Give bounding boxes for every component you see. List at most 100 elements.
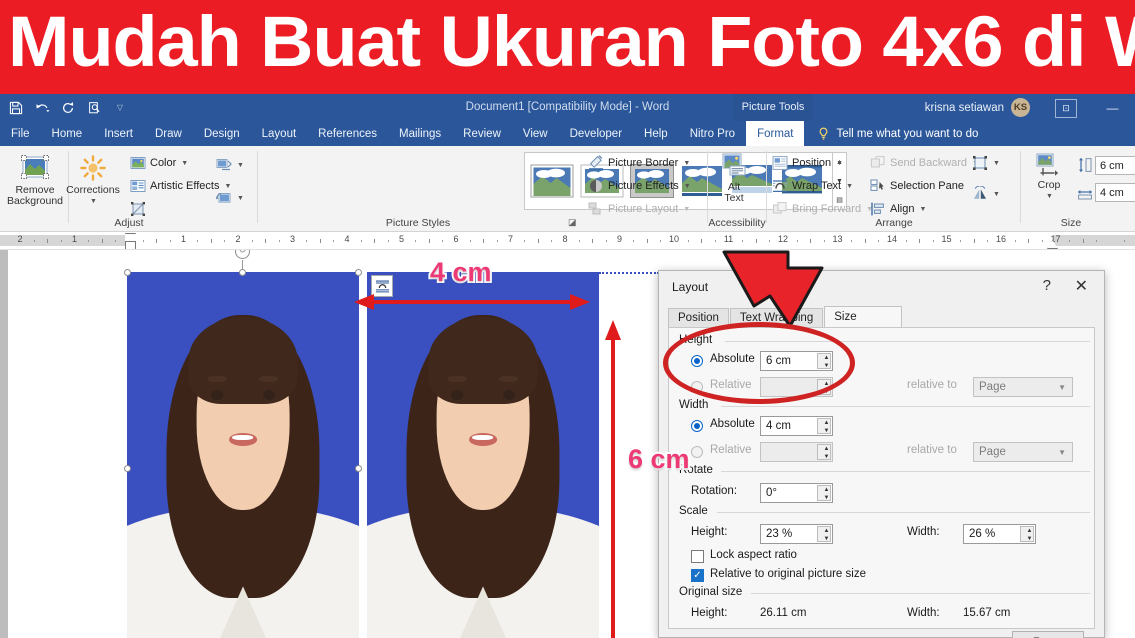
tab-mailings[interactable]: Mailings [388, 121, 452, 146]
left-indent-marker[interactable] [125, 241, 136, 249]
group-objects-dropdown-icon[interactable]: ▼ [993, 160, 1000, 167]
crop-button[interactable]: Crop ▼ [1025, 152, 1073, 202]
relative-original-size-label: Relative to original picture size [710, 568, 866, 580]
width-relative-to-select[interactable]: Page ▼ [973, 442, 1073, 462]
width-absolute-radio[interactable] [691, 420, 703, 432]
ruler-number: 4 [344, 234, 350, 244]
tell-me-box[interactable]: Tell me what you want to do [804, 121, 978, 146]
remove-background-button[interactable]: Remove Background [2, 152, 68, 207]
tab-nitro-pro[interactable]: Nitro Pro [679, 121, 746, 146]
selection-handle-top-right[interactable] [355, 269, 362, 276]
scale-width-spinner[interactable]: ▲ ▼ [1020, 526, 1034, 542]
picture-style-thumb[interactable] [530, 164, 574, 198]
rotate-button[interactable]: ▼ [972, 186, 1000, 202]
scale-height-spinner[interactable]: ▲ ▼ [817, 526, 831, 542]
photo-image-2[interactable] [367, 272, 599, 638]
reset-button[interactable]: Reset [1012, 631, 1084, 638]
wrap-text-button[interactable]: Wrap Text ▼ [772, 178, 853, 194]
picture-border-dropdown-icon[interactable]: ▼ [683, 160, 690, 167]
selection-handle-top-center[interactable] [239, 269, 246, 276]
minimize-button[interactable]: — [1090, 94, 1135, 121]
picture-layout-button[interactable]: Picture Layout ▼ [588, 201, 690, 217]
crop-dropdown-icon[interactable]: ▼ [1046, 191, 1053, 202]
picture-effects-dropdown-icon[interactable]: ▼ [684, 183, 691, 190]
align-button[interactable]: Align ▼ [870, 201, 926, 217]
rotation-spinner[interactable]: ▲ ▼ [817, 485, 831, 501]
account-area[interactable]: krisna setiawan KS [925, 94, 1030, 121]
rotation-field[interactable]: 0° ▲ ▼ [760, 483, 833, 503]
tab-draw[interactable]: Draw [144, 121, 193, 146]
tab-format[interactable]: Format [746, 121, 805, 146]
chevron-down-icon[interactable]: ▼ [1053, 383, 1072, 392]
change-picture-button[interactable]: ▼ [216, 190, 244, 206]
tab-help[interactable]: Help [633, 121, 679, 146]
ruler-number: 10 [668, 234, 680, 244]
photo-mouth [229, 433, 257, 446]
dialog-close-button[interactable]: ✕ [1075, 276, 1088, 296]
width-absolute-spinner[interactable]: ▲ ▼ [817, 418, 831, 434]
tab-file[interactable]: File [0, 121, 41, 146]
shape-height-field[interactable]: 6 cm ▲▼ [1095, 156, 1135, 175]
lock-aspect-ratio-checkbox[interactable] [691, 550, 704, 563]
wrap-text-dropdown-icon[interactable]: ▼ [846, 183, 853, 190]
tab-home[interactable]: Home [41, 121, 94, 146]
photo-hair-top [188, 317, 298, 404]
transparency-button[interactable] [130, 201, 146, 217]
picture-border-button[interactable]: Picture Border ▼ [588, 155, 690, 171]
chevron-down-icon[interactable]: ▼ [1053, 448, 1072, 457]
picture-layout-dropdown-icon[interactable]: ▼ [683, 206, 690, 213]
artistic-effects-dropdown-icon[interactable]: ▼ [224, 183, 231, 190]
compress-pictures-dropdown-icon[interactable]: ▼ [237, 162, 244, 169]
width-relative-spinner[interactable]: ▲ ▼ [817, 444, 831, 460]
bring-forward-button[interactable]: Bring Forward ▼ [772, 201, 873, 217]
selection-handle-middle-left[interactable] [124, 465, 131, 472]
ruler-tick [442, 240, 443, 242]
scale-height-field[interactable]: 23 % ▲ ▼ [760, 524, 833, 544]
tab-view[interactable]: View [512, 121, 559, 146]
scale-width-field[interactable]: 26 % ▲ ▼ [963, 524, 1036, 544]
corrections-dropdown-icon[interactable]: ▼ [90, 196, 97, 207]
color-button[interactable]: Color ▼ [130, 155, 188, 171]
compress-pictures-button[interactable]: ▼ [216, 157, 244, 173]
tab-references[interactable]: References [307, 121, 388, 146]
group-objects-button[interactable]: ▼ [972, 155, 1000, 171]
alt-text-button[interactable]: Alt Text [704, 152, 764, 204]
photo-image-1[interactable] [127, 272, 359, 638]
ruler-number: 14 [886, 234, 898, 244]
shape-width-field[interactable]: 4 cm ▲▼ [1095, 183, 1135, 202]
ruler-number: 6 [453, 234, 459, 244]
rotate-dropdown-icon[interactable]: ▼ [993, 191, 1000, 198]
color-dropdown-icon[interactable]: ▼ [181, 160, 188, 167]
ribbon-display-options-icon[interactable]: ⊡ [1055, 99, 1077, 118]
picture-styles-dialog-launcher-icon[interactable]: ◪ [568, 217, 577, 228]
tab-layout[interactable]: Layout [251, 121, 308, 146]
tab-review[interactable]: Review [452, 121, 512, 146]
width-relative-field[interactable]: ▲ ▼ [760, 442, 833, 462]
picture-effects-button[interactable]: Picture Effects ▼ [588, 178, 691, 194]
ruler-tick [1028, 239, 1029, 243]
position-dropdown-icon[interactable]: ▼ [836, 160, 843, 167]
width-relative-radio[interactable] [691, 446, 703, 458]
align-dropdown-icon[interactable]: ▼ [919, 206, 926, 213]
ruler-tick [606, 240, 607, 242]
dialog-help-button[interactable]: ? [1043, 277, 1051, 294]
relative-original-size-checkbox[interactable]: ✓ [691, 569, 704, 582]
highlight-ellipse-height-absolute [663, 322, 855, 404]
ruler-number: 2 [235, 234, 241, 244]
change-picture-dropdown-icon[interactable]: ▼ [237, 195, 244, 202]
ruler-tick [102, 239, 103, 243]
rotate-handle[interactable]: ↻ [235, 250, 250, 259]
selection-handle-top-left[interactable] [124, 269, 131, 276]
selection-pane-button[interactable]: Selection Pane [870, 178, 964, 194]
height-relative-to-select[interactable]: Page ▼ [973, 377, 1073, 397]
send-backward-button[interactable]: Send Backward ▼ [870, 155, 979, 171]
tab-design[interactable]: Design [193, 121, 251, 146]
tab-insert[interactable]: Insert [93, 121, 144, 146]
horizontal-ruler[interactable]: 2 1 1 2 3 4 5 6 7 8 9 10 11 12 13 14 15 16 17 [0, 232, 1135, 250]
selection-handle-middle-right[interactable] [355, 465, 362, 472]
avatar[interactable]: KS [1011, 98, 1030, 117]
width-absolute-field[interactable]: 4 cm ▲ ▼ [760, 416, 833, 436]
corrections-button[interactable]: Corrections ▼ [62, 154, 124, 207]
position-button[interactable]: Position ▼ [772, 155, 843, 171]
tab-developer[interactable]: Developer [559, 121, 633, 146]
